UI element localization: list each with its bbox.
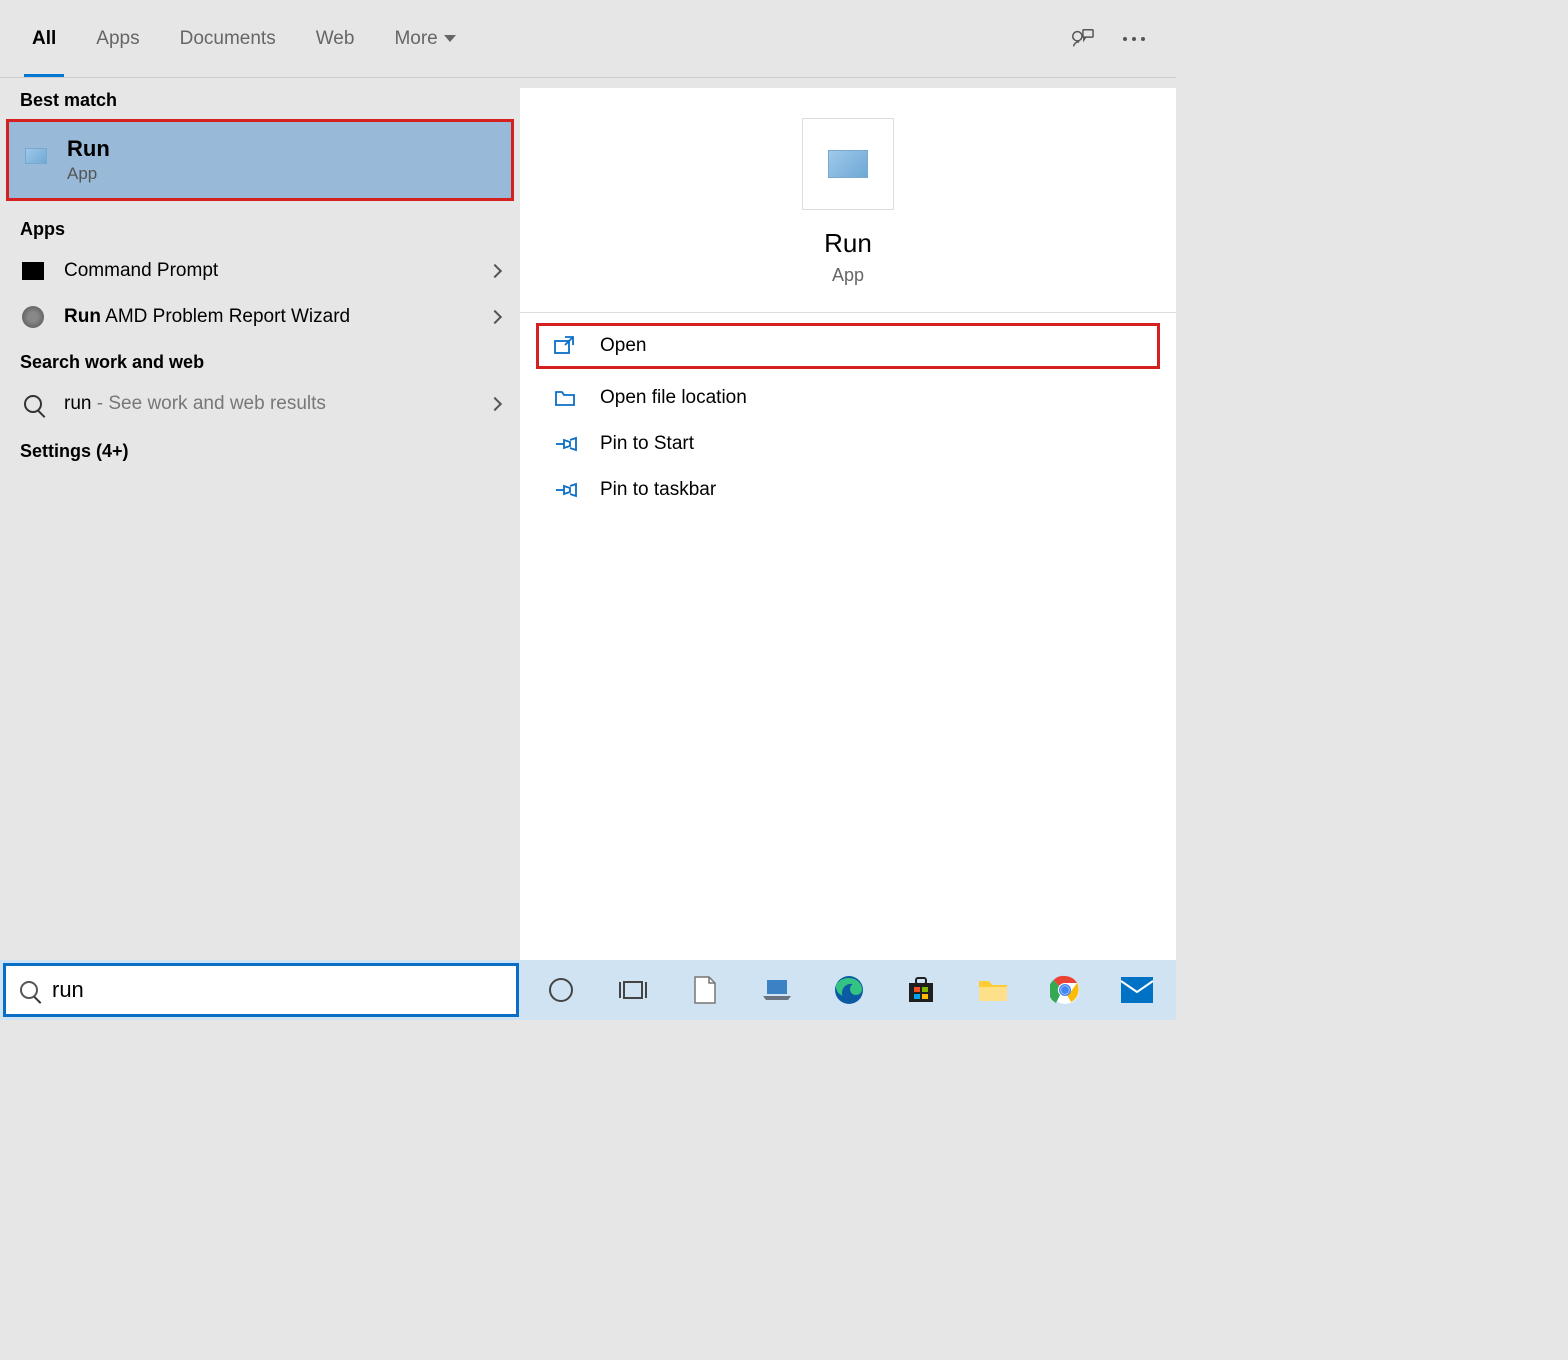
action-pin-to-start[interactable]: Pin to Start <box>520 421 1176 467</box>
detail-panel: Run App Open Open file location Pin t <box>520 78 1176 960</box>
action-pin-to-taskbar[interactable]: Pin to taskbar <box>520 467 1176 513</box>
result-rest: AMD Problem Report Wizard <box>101 306 350 327</box>
chevron-right-icon[interactable] <box>490 312 500 322</box>
libreoffice-icon[interactable] <box>688 973 722 1007</box>
tab-web[interactable]: Web <box>296 0 375 77</box>
filter-tabs: All Apps Documents Web More <box>12 0 476 77</box>
taskbar-search-box[interactable] <box>3 963 519 1017</box>
task-view-icon[interactable] <box>616 973 650 1007</box>
app-type: App <box>832 265 864 286</box>
settings-more[interactable]: Settings (4+) <box>0 427 520 476</box>
action-open-file-location[interactable]: Open file location <box>520 375 1176 421</box>
pin-icon <box>554 481 580 499</box>
best-match-result[interactable]: Run App <box>6 119 514 201</box>
mail-icon[interactable] <box>1120 973 1154 1007</box>
pin-icon <box>554 435 580 453</box>
cortana-icon[interactable] <box>544 973 578 1007</box>
result-title: Command Prompt <box>64 260 218 282</box>
laptop-icon[interactable] <box>760 973 794 1007</box>
action-label: Pin to taskbar <box>600 479 716 501</box>
search-icon <box>20 391 46 417</box>
chevron-right-icon[interactable] <box>490 266 500 276</box>
result-amd-wizard[interactable]: Run AMD Problem Report Wizard <box>0 294 520 340</box>
chrome-icon[interactable] <box>1048 973 1082 1007</box>
open-icon <box>554 336 580 356</box>
chevron-right-icon[interactable] <box>490 399 500 409</box>
action-label: Pin to Start <box>600 433 694 455</box>
result-title: Run AMD Problem Report Wizard <box>64 306 350 328</box>
app-detail-card: Run App <box>520 88 1176 313</box>
run-app-large-icon <box>802 118 894 210</box>
run-app-icon <box>25 148 49 172</box>
search-input[interactable] <box>52 977 502 1003</box>
search-tabs-header: All Apps Documents Web More <box>0 0 1176 78</box>
tab-documents[interactable]: Documents <box>160 0 296 77</box>
action-label: Open <box>600 335 646 357</box>
chevron-down-icon <box>444 35 456 42</box>
tab-label: Apps <box>96 28 139 50</box>
more-options-icon[interactable] <box>1122 27 1146 51</box>
result-web-search[interactable]: run - See work and web results <box>0 381 520 427</box>
result-command-prompt[interactable]: Command Prompt <box>0 248 520 294</box>
folder-icon <box>554 388 580 408</box>
query-text: run <box>64 393 91 414</box>
feedback-icon[interactable] <box>1070 27 1094 51</box>
file-explorer-icon[interactable] <box>976 973 1010 1007</box>
tab-more[interactable]: More <box>374 0 475 77</box>
result-title: Run <box>67 136 110 162</box>
tab-label: Documents <box>180 28 276 50</box>
suffix-text: - See work and web results <box>91 393 325 414</box>
app-actions: Open Open file location Pin to Start Pin… <box>520 313 1176 543</box>
bold-prefix: Run <box>64 306 101 327</box>
tab-apps[interactable]: Apps <box>76 0 159 77</box>
search-icon <box>20 981 38 999</box>
action-open[interactable]: Open <box>536 323 1160 369</box>
taskbar <box>0 960 1176 1020</box>
best-match-heading: Best match <box>0 78 520 119</box>
result-title: run - See work and web results <box>64 393 326 415</box>
tab-all[interactable]: All <box>12 0 76 77</box>
results-panel: Best match Run App Apps Command Prompt R… <box>0 78 520 960</box>
amd-icon <box>20 304 46 330</box>
result-subtitle: App <box>67 164 110 184</box>
microsoft-store-icon[interactable] <box>904 973 938 1007</box>
tab-label: Web <box>316 28 355 50</box>
action-label: Open file location <box>600 387 747 409</box>
tab-label: More <box>394 28 437 50</box>
edge-icon[interactable] <box>832 973 866 1007</box>
terminal-icon <box>20 258 46 284</box>
apps-heading: Apps <box>0 207 520 248</box>
search-work-web-heading: Search work and web <box>0 340 520 381</box>
tab-label: All <box>32 28 56 50</box>
app-name: Run <box>824 228 872 259</box>
